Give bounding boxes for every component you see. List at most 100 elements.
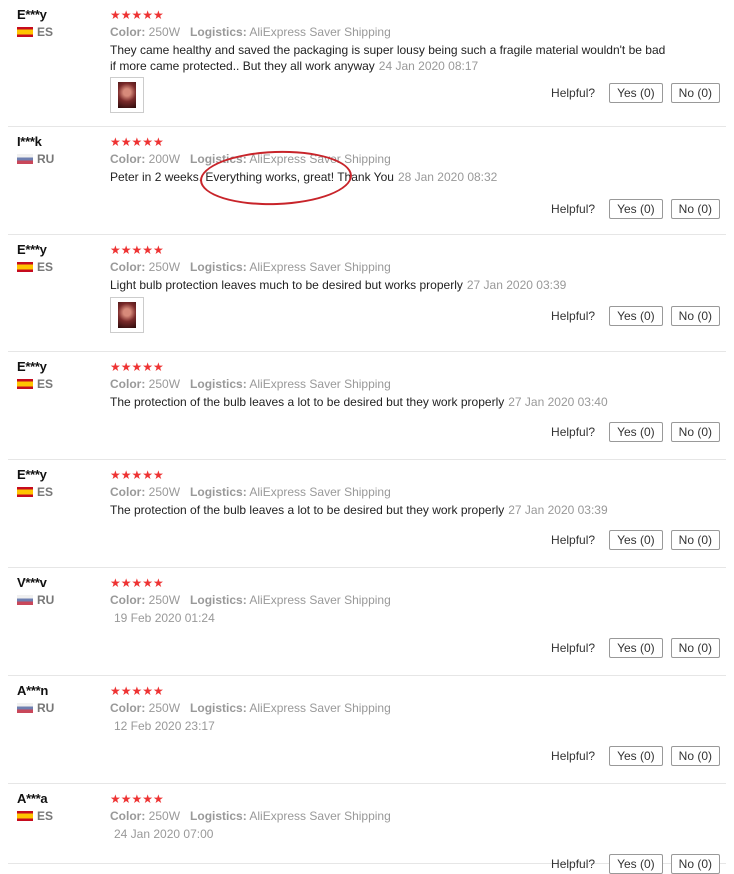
review-date: 28 Jan 2020 08:32: [397, 170, 498, 184]
review-text: The protection of the bulb leaves a lot …: [110, 502, 670, 518]
helpful-no-button[interactable]: No (0): [670, 306, 720, 326]
logistics-label: Logistics:: [190, 593, 247, 607]
helpful-label: Helpful?: [551, 309, 596, 323]
reviewer: A***n RU: [17, 683, 54, 715]
review-meta: Color: 250W Logistics: AliExpress Saver S…: [110, 259, 718, 275]
reviewer: E***y ES: [17, 467, 53, 499]
reviewer-country: ES: [17, 377, 53, 391]
review-item: E***y ES ★★★★★ Color: 250W Logistics: AliExp…: [8, 235, 726, 352]
color-value: 250W: [148, 260, 181, 274]
star-rating: ★★★★★: [110, 792, 164, 806]
star-rating: ★★★★★: [110, 684, 164, 698]
review-meta: Color: 250W Logistics: AliExpress Saver S…: [110, 700, 718, 716]
helpful-yes-button[interactable]: Yes (0): [609, 199, 663, 219]
helpful-no-button[interactable]: No (0): [670, 746, 720, 766]
review-item: A***n RU ★★★★★ Color: 250W Logistics: AliExp…: [8, 676, 726, 784]
review-text: 24 Jan 2020 07:00: [110, 826, 670, 842]
review-body: Peter in 2 weeks. Everything works, grea…: [110, 170, 394, 184]
helpful-no-button[interactable]: No (0): [670, 638, 720, 658]
color-value: 250W: [148, 25, 181, 39]
reviewer-country: RU: [17, 593, 54, 607]
reviewer: V***v RU: [17, 575, 54, 607]
helpful-label: Helpful?: [551, 202, 596, 216]
review-meta: Color: 250W Logistics: AliExpress Saver S…: [110, 592, 718, 608]
color-label: Color:: [110, 809, 146, 823]
review-date: 24 Jan 2020 08:17: [378, 59, 479, 73]
reviewer: A***a ES: [17, 791, 53, 823]
review-meta: Color: 250W Logistics: AliExpress Saver S…: [110, 808, 718, 824]
flag-icon: [17, 154, 33, 164]
review-content: ★★★★★ Color: 250W Logistics: AliExpress Sa…: [110, 8, 718, 74]
color-label: Color:: [110, 25, 146, 39]
reviewer: E***y ES: [17, 359, 53, 391]
helpful-yes-button[interactable]: Yes (0): [609, 83, 663, 103]
reviewer-country: ES: [17, 260, 53, 274]
flag-icon: [17, 262, 33, 272]
helpful-label: Helpful?: [551, 533, 596, 547]
country-code: ES: [37, 377, 54, 391]
helpful-vote: Helpful? Yes (0) No (0): [551, 422, 720, 442]
review-body: The protection of the bulb leaves a lot …: [110, 503, 505, 517]
country-code: RU: [37, 593, 55, 607]
helpful-yes-button[interactable]: Yes (0): [609, 638, 663, 658]
reviewer-country: ES: [17, 25, 53, 39]
logistics-value: AliExpress Saver Shipping: [249, 152, 391, 166]
helpful-yes-button[interactable]: Yes (0): [609, 422, 663, 442]
review-meta: Color: 250W Logistics: AliExpress Saver S…: [110, 484, 718, 500]
helpful-vote: Helpful? Yes (0) No (0): [551, 854, 720, 874]
flag-icon: [17, 595, 33, 605]
reviewer-name: E***y: [17, 359, 47, 374]
helpful-no-button[interactable]: No (0): [670, 199, 720, 219]
reviewer-name: E***y: [17, 7, 47, 22]
helpful-label: Helpful?: [551, 86, 596, 100]
logistics-label: Logistics:: [190, 25, 247, 39]
logistics-value: AliExpress Saver Shipping: [249, 809, 391, 823]
review-text: Light bulb protection leaves much to be …: [110, 277, 670, 293]
review-item: V***v RU ★★★★★ Color: 250W Logistics: AliExp…: [8, 568, 726, 676]
reviewer-name: A***n: [17, 683, 49, 698]
reviewer: E***y ES: [17, 7, 53, 39]
helpful-yes-button[interactable]: Yes (0): [609, 854, 663, 874]
review-text: 12 Feb 2020 23:17: [110, 718, 670, 734]
logistics-label: Logistics:: [190, 809, 247, 823]
review-content: ★★★★★ Color: 250W Logistics: AliExpress Sa…: [110, 792, 718, 842]
helpful-yes-button[interactable]: Yes (0): [609, 746, 663, 766]
reviewer-name: E***y: [17, 467, 47, 482]
helpful-no-button[interactable]: No (0): [670, 854, 720, 874]
helpful-label: Helpful?: [551, 425, 596, 439]
helpful-vote: Helpful? Yes (0) No (0): [551, 746, 720, 766]
logistics-value: AliExpress Saver Shipping: [249, 593, 391, 607]
star-rating: ★★★★★: [110, 243, 164, 257]
flag-icon: [17, 811, 33, 821]
reviewer: I***k RU: [17, 134, 54, 166]
logistics-label: Logistics:: [190, 152, 247, 166]
reviewer-name: I***k: [17, 134, 42, 149]
review-text: Peter in 2 weeks. Everything works, grea…: [110, 169, 670, 185]
helpful-yes-button[interactable]: Yes (0): [609, 530, 663, 550]
star-rating: ★★★★★: [110, 468, 164, 482]
review-content: ★★★★★ Color: 200W Logistics: AliExpress Sa…: [110, 135, 718, 185]
helpful-no-button[interactable]: No (0): [670, 83, 720, 103]
reviewer-name: A***a: [17, 791, 48, 806]
logistics-value: AliExpress Saver Shipping: [249, 485, 391, 499]
color-label: Color:: [110, 701, 146, 715]
review-date: 27 Jan 2020 03:39: [466, 278, 567, 292]
color-value: 200W: [148, 152, 181, 166]
review-content: ★★★★★ Color: 250W Logistics: AliExpress Sa…: [110, 360, 718, 410]
review-photo-thumbnail[interactable]: [110, 77, 144, 113]
helpful-vote: Helpful? Yes (0) No (0): [551, 306, 720, 326]
color-value: 250W: [148, 377, 181, 391]
review-photo-thumbnail[interactable]: [110, 297, 144, 333]
review-date: 19 Feb 2020 01:24: [114, 611, 215, 625]
helpful-yes-button[interactable]: Yes (0): [609, 306, 663, 326]
country-code: ES: [37, 485, 54, 499]
reviewer-country: RU: [17, 152, 54, 166]
review-item: I***k RU ★★★★★ Color: 200W Logistics: AliExp…: [8, 127, 726, 235]
helpful-label: Helpful?: [551, 641, 596, 655]
color-label: Color:: [110, 485, 146, 499]
review-meta: Color: 250W Logistics: AliExpress Saver S…: [110, 24, 718, 40]
helpful-no-button[interactable]: No (0): [670, 422, 720, 442]
helpful-no-button[interactable]: No (0): [670, 530, 720, 550]
logistics-value: AliExpress Saver Shipping: [249, 260, 391, 274]
flag-icon: [17, 27, 33, 37]
